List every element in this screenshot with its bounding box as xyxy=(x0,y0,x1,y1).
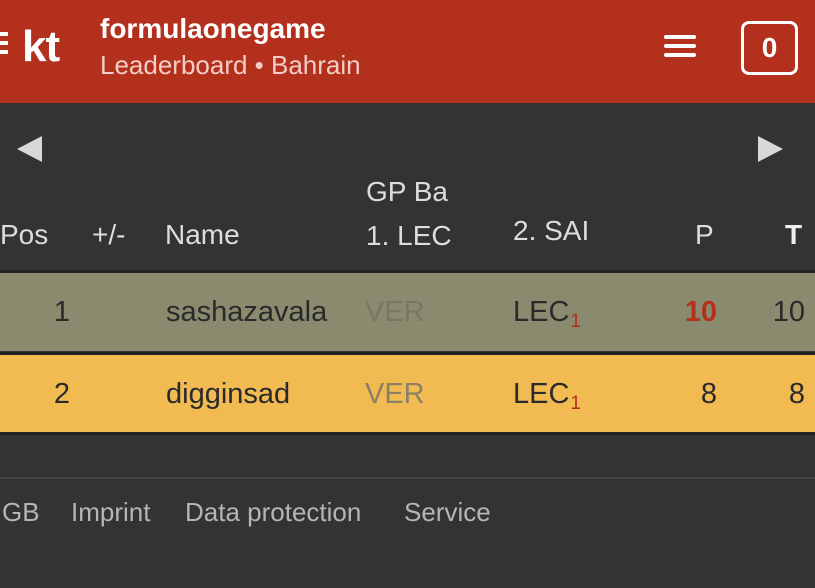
column-header-pos[interactable]: Pos xyxy=(0,218,48,252)
column-header-gp-title: GP Ba xyxy=(366,176,448,207)
logo-text: kt xyxy=(22,22,60,71)
row-tip2: LEC1 xyxy=(513,355,581,443)
row-tip1: VER xyxy=(365,378,425,410)
column-header-tip2[interactable]: 2. SAI xyxy=(513,214,589,248)
logo[interactable]: kt xyxy=(0,22,80,72)
column-header-delta[interactable]: +/- xyxy=(92,218,125,252)
menu-bars-icon xyxy=(0,32,8,60)
triangle-left-icon[interactable] xyxy=(17,136,42,162)
footer-link-gb[interactable]: GB xyxy=(2,494,40,530)
column-header-gp-tip1: 1. LEC xyxy=(366,220,452,251)
row-tip2: LEC1 xyxy=(513,273,581,361)
row-points: 10 xyxy=(684,296,717,328)
footer-link-service[interactable]: Service xyxy=(404,494,491,530)
footer-link-data-protection[interactable]: Data protection xyxy=(185,494,361,530)
hamburger-icon[interactable] xyxy=(658,30,702,66)
column-header-gp[interactable]: GP Ba 1. LEC xyxy=(366,170,452,258)
row-tip1: VER xyxy=(365,296,425,328)
counter-button[interactable]: 0 xyxy=(741,21,798,75)
row-tip2-sub: 1 xyxy=(570,393,581,414)
column-header-total[interactable]: T xyxy=(785,218,802,252)
row-name[interactable]: digginsad xyxy=(166,355,290,433)
column-header-name[interactable]: Name xyxy=(165,218,240,252)
row-total: 10 xyxy=(772,296,805,328)
table-row[interactable]: 2 digginsad VER LEC1 8 8 xyxy=(0,352,815,435)
app-title: formulaonegame xyxy=(100,13,326,44)
row-name[interactable]: sashazavala xyxy=(166,273,327,351)
triangle-right-icon[interactable] xyxy=(758,136,783,162)
column-header-points[interactable]: P xyxy=(695,218,714,252)
table-row[interactable]: 1 sashazavala VER LEC1 10 10 xyxy=(0,270,815,351)
row-tip2-driver: LEC xyxy=(513,296,570,328)
footer-divider xyxy=(0,477,815,479)
row-tip2-sub: 1 xyxy=(570,311,581,332)
page: kt formulaonegame Leaderboard • Bahrain … xyxy=(0,0,815,588)
app-header: kt formulaonegame Leaderboard • Bahrain … xyxy=(0,0,815,103)
row-tip2-driver: LEC xyxy=(513,378,570,410)
row-points: 8 xyxy=(700,378,717,410)
footer-link-imprint[interactable]: Imprint xyxy=(71,494,150,530)
row-position: 2 xyxy=(53,378,70,410)
row-total: 8 xyxy=(788,378,805,410)
row-position: 1 xyxy=(53,296,70,328)
page-subtitle: Leaderboard • Bahrain xyxy=(100,50,361,80)
